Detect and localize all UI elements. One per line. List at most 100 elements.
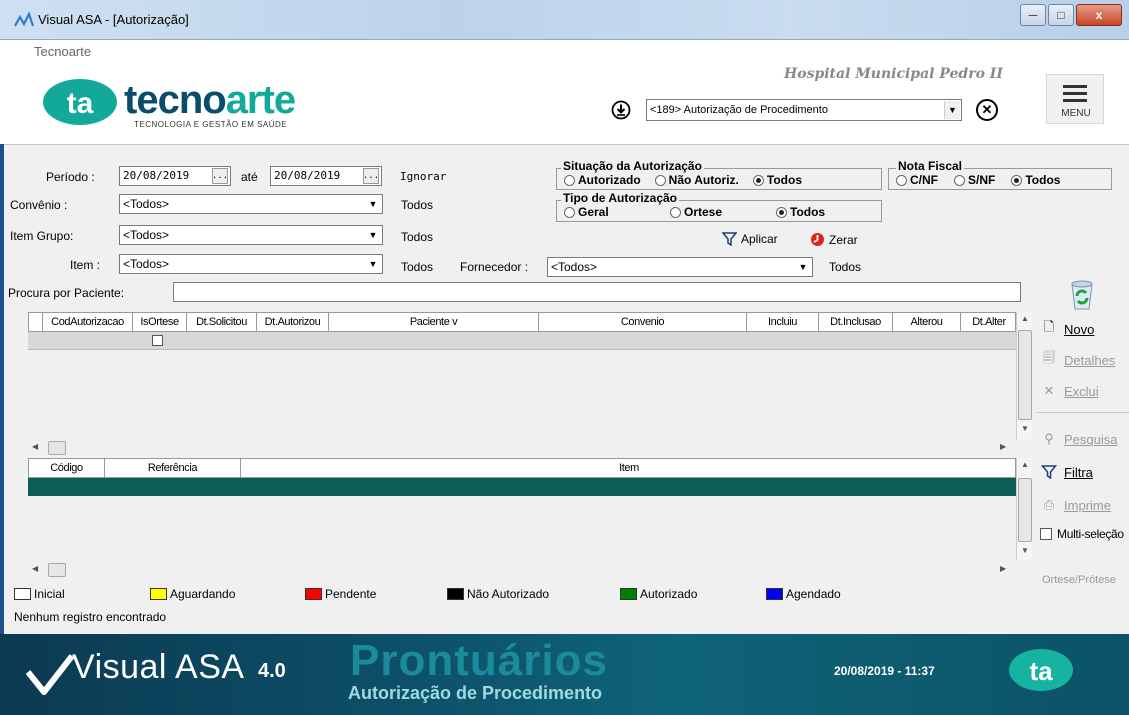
footer-logo-mark: ta [1029, 656, 1053, 686]
col-dt-alter[interactable]: Dt.Alter [961, 313, 1017, 331]
chevron-down-icon[interactable]: ▼ [796, 259, 810, 275]
grid2-horizontal-scrollbar[interactable]: ◀ ▶ [28, 562, 1016, 578]
logo-word-tecno: tecno [124, 78, 227, 122]
scroll-right-arrow[interactable]: ▶ [1000, 564, 1006, 573]
detalhes-button[interactable]: 🗐 Detalhes [1040, 349, 1116, 371]
situacao-options: Autorizado Não Autoriz. Todos [564, 173, 802, 187]
table-row[interactable] [28, 332, 1016, 350]
col-item[interactable]: Item [241, 459, 1017, 477]
table-row[interactable] [28, 478, 1016, 496]
multi-selecao-checkbox[interactable]: Multi-seleção [1040, 527, 1124, 541]
grid2-vertical-scrollbar[interactable]: ▲ ▼ [1016, 458, 1032, 560]
grid1-horizontal-scrollbar[interactable]: ◀ ▶ [28, 440, 1016, 456]
col-dt-inclusao[interactable]: Dt.Inclusao [819, 313, 893, 331]
col-codigo[interactable]: Código [29, 459, 105, 477]
chevron-down-icon[interactable]: ▼ [944, 101, 960, 119]
radio-dot[interactable] [670, 206, 681, 218]
item-todos[interactable]: Todos [401, 260, 433, 274]
radio-dot[interactable] [1011, 174, 1023, 186]
radio-dot[interactable] [654, 174, 666, 186]
col-paciente[interactable]: Paciente v [329, 313, 539, 331]
checkbox-box[interactable] [1040, 528, 1052, 540]
scroll-thumb[interactable] [1018, 330, 1032, 420]
scroll-thumb[interactable] [48, 563, 66, 577]
convenio-select[interactable]: <Todos> ▼ [119, 194, 383, 214]
binoculars-icon: ⚲ [1044, 431, 1054, 446]
calendar-button[interactable]: ... [212, 168, 228, 184]
radio-dot[interactable] [896, 174, 907, 186]
radio-dot[interactable] [954, 174, 965, 186]
scroll-down-arrow[interactable]: ▼ [1017, 546, 1033, 555]
chevron-down-icon[interactable]: ▼ [366, 227, 380, 243]
window-title-bar[interactable]: Visual ASA - [Autorização] ─ □ x [0, 0, 1129, 40]
fornecedor-todos[interactable]: Todos [829, 260, 861, 274]
isortese-checkbox[interactable] [152, 335, 163, 346]
download-icon[interactable] [611, 100, 631, 120]
paciente-search-input[interactable] [173, 282, 1021, 302]
radio-tipo-todos[interactable]: Todos [776, 205, 825, 219]
radio-dot[interactable] [752, 174, 764, 186]
col-codautorizacao[interactable]: CodAutorizacao [43, 313, 133, 331]
radio-dot[interactable] [776, 206, 787, 218]
ignorar-checkbox-label[interactable]: Ignorar [400, 170, 446, 183]
scroll-thumb[interactable] [1018, 478, 1032, 542]
close-button[interactable]: x [1076, 4, 1122, 26]
item-select[interactable]: <Todos> ▼ [119, 254, 383, 274]
radio-dot[interactable] [564, 206, 575, 218]
col-isortese[interactable]: IsOrtese [133, 313, 187, 331]
radio-nao-autoriz[interactable]: Não Autoriz. [654, 173, 739, 187]
radio-snf[interactable]: S/NF [954, 173, 995, 187]
maximize-button[interactable]: □ [1048, 4, 1074, 26]
col-convenio[interactable]: Convenio [539, 313, 747, 331]
convenio-todos[interactable]: Todos [401, 198, 433, 212]
close-module-icon[interactable]: ✕ [976, 99, 998, 121]
scroll-thumb[interactable] [48, 441, 66, 455]
itemgrupo-todos[interactable]: Todos [401, 230, 433, 244]
pesquisa-button[interactable]: ⚲ Pesquisa [1040, 428, 1117, 450]
exclui-button[interactable]: ✕ Exclui [1040, 380, 1099, 402]
col-referencia[interactable]: Referência [105, 459, 241, 477]
scroll-right-arrow[interactable]: ▶ [1000, 442, 1006, 451]
chevron-down-icon[interactable]: ▼ [366, 256, 380, 272]
radio-dot[interactable] [564, 174, 575, 186]
periodo-from-input[interactable]: 20/08/2019 ... [119, 166, 231, 186]
zerar-button[interactable]: Zerar [810, 232, 858, 247]
itemgrupo-select[interactable]: <Todos> ▼ [119, 225, 383, 245]
periodo-label: Período : [46, 170, 95, 184]
scroll-left-arrow[interactable]: ◀ [32, 442, 38, 451]
fornecedor-select[interactable]: <Todos> ▼ [547, 257, 813, 277]
radio-ortese[interactable]: Ortese [670, 205, 722, 219]
legend-swatch [447, 588, 464, 600]
filtra-button[interactable]: Filtra [1040, 461, 1093, 483]
aplicar-button[interactable]: Aplicar [722, 232, 778, 246]
minimize-button[interactable]: ─ [1020, 4, 1046, 26]
radio-autorizado[interactable]: Autorizado [564, 173, 641, 187]
chevron-down-icon[interactable]: ▼ [366, 196, 380, 212]
module-select[interactable]: <189> Autorização de Procedimento ▼ [646, 99, 962, 121]
radio-situacao-todos[interactable]: Todos [752, 173, 802, 187]
radio-nota-todos[interactable]: Todos [1011, 173, 1060, 187]
exclui-label: Exclui [1064, 383, 1099, 399]
scroll-up-arrow[interactable]: ▲ [1017, 314, 1033, 323]
logo-wordmark: tecnoarte [124, 78, 296, 123]
radio-cnf[interactable]: C/NF [896, 173, 938, 187]
scroll-left-arrow[interactable]: ◀ [32, 564, 38, 573]
col-alterou[interactable]: Alterou [893, 313, 961, 331]
radio-geral[interactable]: Geral [564, 205, 609, 219]
menu-button[interactable]: MENU [1046, 74, 1104, 124]
ortese-protese-button[interactable]: Ortese/Prótese [1042, 574, 1116, 586]
col-dt-autorizou[interactable]: Dt.Autorizou [257, 313, 329, 331]
grid1-vertical-scrollbar[interactable]: ▲ ▼ [1016, 312, 1032, 440]
aplicar-label: Aplicar [741, 232, 778, 246]
calendar-button[interactable]: ... [363, 168, 379, 184]
periodo-to-input[interactable]: 20/08/2019 ... [270, 166, 382, 186]
recycle-bin-icon[interactable] [1064, 276, 1100, 312]
novo-button[interactable]: 🗋 Novo [1040, 318, 1095, 340]
radio-label: Não Autoriz. [668, 173, 739, 187]
col-incluiu[interactable]: Incluiu [747, 313, 819, 331]
col-dt-solicitou[interactable]: Dt.Solicitou [187, 313, 257, 331]
scroll-up-arrow[interactable]: ▲ [1017, 460, 1033, 469]
scroll-down-arrow[interactable]: ▼ [1017, 424, 1033, 433]
legend-swatch [620, 588, 637, 600]
imprime-button[interactable]: ⎙ Imprime [1040, 494, 1111, 516]
